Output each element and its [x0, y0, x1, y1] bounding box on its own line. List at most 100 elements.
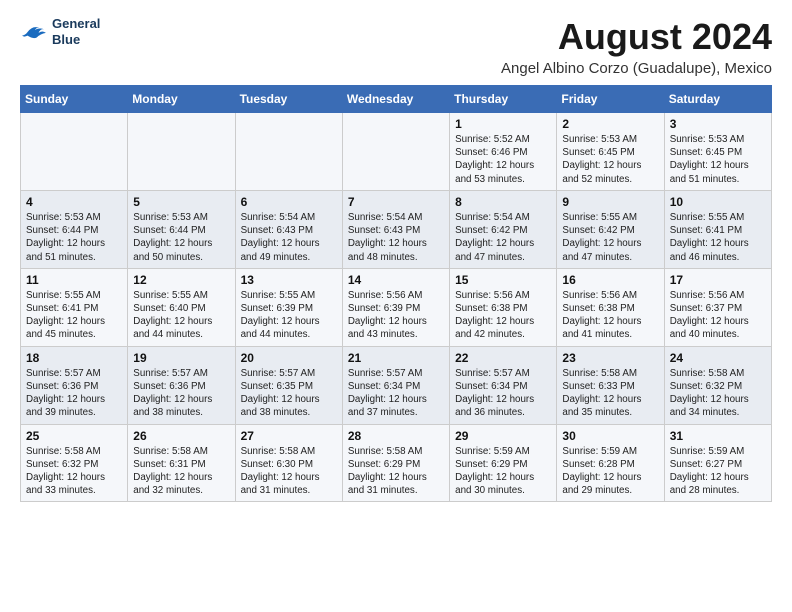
- day-info: Sunrise: 5:56 AMSunset: 6:37 PMDaylight:…: [670, 289, 766, 342]
- day-number: 20: [241, 351, 337, 365]
- day-number: 16: [562, 273, 658, 287]
- day-info: Sunrise: 5:55 AMSunset: 6:41 PMDaylight:…: [26, 289, 122, 342]
- day-info: Sunrise: 5:55 AMSunset: 6:39 PMDaylight:…: [241, 289, 337, 342]
- day-info: Sunrise: 5:57 AMSunset: 6:34 PMDaylight:…: [348, 367, 444, 420]
- day-info: Sunrise: 5:53 AMSunset: 6:44 PMDaylight:…: [133, 211, 229, 264]
- day-cell-16: 16 Sunrise: 5:56 AMSunset: 6:38 PMDayligh…: [557, 268, 664, 346]
- empty-cell: [235, 113, 342, 191]
- header-cell-monday: Monday: [128, 86, 235, 113]
- day-info: Sunrise: 5:57 AMSunset: 6:35 PMDaylight:…: [241, 367, 337, 420]
- calendar-body: 1 Sunrise: 5:52 AMSunset: 6:46 PMDaylight…: [21, 113, 772, 502]
- day-number: 23: [562, 351, 658, 365]
- day-info: Sunrise: 5:54 AMSunset: 6:43 PMDaylight:…: [348, 211, 444, 264]
- empty-cell: [342, 113, 449, 191]
- day-number: 5: [133, 195, 229, 209]
- header-cell-saturday: Saturday: [664, 86, 771, 113]
- header-cell-wednesday: Wednesday: [342, 86, 449, 113]
- day-info: Sunrise: 5:52 AMSunset: 6:46 PMDaylight:…: [455, 133, 551, 186]
- day-cell-25: 25 Sunrise: 5:58 AMSunset: 6:32 PMDayligh…: [21, 424, 128, 502]
- calendar-table: SundayMondayTuesdayWednesdayThursdayFrid…: [20, 85, 772, 502]
- day-info: Sunrise: 5:58 AMSunset: 6:32 PMDaylight:…: [670, 367, 766, 420]
- day-number: 9: [562, 195, 658, 209]
- day-cell-21: 21Sunrise: 5:57 AMSunset: 6:34 PMDayligh…: [342, 346, 449, 424]
- day-info: Sunrise: 5:58 AMSunset: 6:29 PMDaylight:…: [348, 445, 444, 498]
- week-row-2: 4Sunrise: 5:53 AMSunset: 6:44 PMDaylight…: [21, 190, 772, 268]
- day-info: Sunrise: 5:55 AMSunset: 6:42 PMDaylight:…: [562, 211, 658, 264]
- day-info: Sunrise: 5:56 AMSunset: 6:39 PMDaylight:…: [348, 289, 444, 342]
- header-cell-tuesday: Tuesday: [235, 86, 342, 113]
- header-cell-sunday: Sunday: [21, 86, 128, 113]
- day-cell-2: 2 Sunrise: 5:53 AMSunset: 6:45 PMDaylight…: [557, 113, 664, 191]
- day-number: 28: [348, 429, 444, 443]
- day-cell-9: 9 Sunrise: 5:55 AMSunset: 6:42 PMDaylight…: [557, 190, 664, 268]
- day-number: 25: [26, 429, 122, 443]
- day-number: 24: [670, 351, 766, 365]
- day-info: Sunrise: 5:56 AMSunset: 6:38 PMDaylight:…: [562, 289, 658, 342]
- day-cell-11: 11 Sunrise: 5:55 AMSunset: 6:41 PMDayligh…: [21, 268, 128, 346]
- day-number: 27: [241, 429, 337, 443]
- day-cell-1: 1 Sunrise: 5:52 AMSunset: 6:46 PMDaylight…: [450, 113, 557, 191]
- day-info: Sunrise: 5:59 AMSunset: 6:29 PMDaylight:…: [455, 445, 551, 498]
- day-info: Sunrise: 5:54 AMSunset: 6:42 PMDaylight:…: [455, 211, 551, 264]
- day-cell-12: 12 Sunrise: 5:55 AMSunset: 6:40 PMDayligh…: [128, 268, 235, 346]
- day-info: Sunrise: 5:54 AMSunset: 6:43 PMDaylight:…: [241, 211, 337, 264]
- logo-icon: [20, 21, 48, 43]
- day-number: 1: [455, 117, 551, 131]
- day-cell-18: 18 Sunrise: 5:57 AMSunset: 6:36 PMDayligh…: [21, 346, 128, 424]
- day-cell-7: 7 Sunrise: 5:54 AMSunset: 6:43 PMDaylight…: [342, 190, 449, 268]
- day-cell-10: 10Sunrise: 5:55 AMSunset: 6:41 PMDayligh…: [664, 190, 771, 268]
- day-number: 15: [455, 273, 551, 287]
- day-number: 31: [670, 429, 766, 443]
- day-cell-30: 30 Sunrise: 5:59 AMSunset: 6:28 PMDayligh…: [557, 424, 664, 502]
- day-info: Sunrise: 5:58 AMSunset: 6:32 PMDaylight:…: [26, 445, 122, 498]
- week-row-3: 11 Sunrise: 5:55 AMSunset: 6:41 PMDayligh…: [21, 268, 772, 346]
- day-number: 17: [670, 273, 766, 287]
- day-number: 19: [133, 351, 229, 365]
- empty-cell: [128, 113, 235, 191]
- week-row-5: 25 Sunrise: 5:58 AMSunset: 6:32 PMDayligh…: [21, 424, 772, 502]
- day-info: Sunrise: 5:58 AMSunset: 6:30 PMDaylight:…: [241, 445, 337, 498]
- day-info: Sunrise: 5:58 AMSunset: 6:31 PMDaylight:…: [133, 445, 229, 498]
- header-cell-friday: Friday: [557, 86, 664, 113]
- day-number: 22: [455, 351, 551, 365]
- day-number: 6: [241, 195, 337, 209]
- day-info: Sunrise: 5:57 AMSunset: 6:36 PMDaylight:…: [26, 367, 122, 420]
- day-number: 13: [241, 273, 337, 287]
- day-cell-28: 28 Sunrise: 5:58 AMSunset: 6:29 PMDayligh…: [342, 424, 449, 502]
- day-info: Sunrise: 5:56 AMSunset: 6:38 PMDaylight:…: [455, 289, 551, 342]
- day-number: 18: [26, 351, 122, 365]
- day-number: 30: [562, 429, 658, 443]
- day-cell-24: 24 Sunrise: 5:58 AMSunset: 6:32 PMDayligh…: [664, 346, 771, 424]
- title-area: August 2024 Angel Albino Corzo (Guadalup…: [501, 16, 772, 77]
- day-cell-27: 27 Sunrise: 5:58 AMSunset: 6:30 PMDayligh…: [235, 424, 342, 502]
- day-info: Sunrise: 5:53 AMSunset: 6:45 PMDaylight:…: [562, 133, 658, 186]
- day-cell-4: 4Sunrise: 5:53 AMSunset: 6:44 PMDaylight…: [21, 190, 128, 268]
- day-cell-23: 23Sunrise: 5:58 AMSunset: 6:33 PMDayligh…: [557, 346, 664, 424]
- day-number: 26: [133, 429, 229, 443]
- day-number: 2: [562, 117, 658, 131]
- day-number: 8: [455, 195, 551, 209]
- day-info: Sunrise: 5:55 AMSunset: 6:40 PMDaylight:…: [133, 289, 229, 342]
- day-cell-22: 22Sunrise: 5:57 AMSunset: 6:34 PMDayligh…: [450, 346, 557, 424]
- day-cell-31: 31Sunrise: 5:59 AMSunset: 6:27 PMDayligh…: [664, 424, 771, 502]
- header-cell-thursday: Thursday: [450, 86, 557, 113]
- logo-text-line2: Blue: [52, 32, 100, 48]
- day-cell-14: 14Sunrise: 5:56 AMSunset: 6:39 PMDayligh…: [342, 268, 449, 346]
- day-cell-29: 29 Sunrise: 5:59 AMSunset: 6:29 PMDayligh…: [450, 424, 557, 502]
- day-number: 12: [133, 273, 229, 287]
- empty-cell: [21, 113, 128, 191]
- logo-text-line1: General: [52, 16, 100, 32]
- day-info: Sunrise: 5:53 AMSunset: 6:45 PMDaylight:…: [670, 133, 766, 186]
- day-number: 3: [670, 117, 766, 131]
- day-info: Sunrise: 5:55 AMSunset: 6:41 PMDaylight:…: [670, 211, 766, 264]
- day-number: 11: [26, 273, 122, 287]
- day-info: Sunrise: 5:59 AMSunset: 6:28 PMDaylight:…: [562, 445, 658, 498]
- day-number: 29: [455, 429, 551, 443]
- header-row: SundayMondayTuesdayWednesdayThursdayFrid…: [21, 86, 772, 113]
- day-cell-15: 15 Sunrise: 5:56 AMSunset: 6:38 PMDayligh…: [450, 268, 557, 346]
- day-cell-20: 20 Sunrise: 5:57 AMSunset: 6:35 PMDayligh…: [235, 346, 342, 424]
- day-cell-13: 13 Sunrise: 5:55 AMSunset: 6:39 PMDayligh…: [235, 268, 342, 346]
- week-row-4: 18 Sunrise: 5:57 AMSunset: 6:36 PMDayligh…: [21, 346, 772, 424]
- calendar-header: SundayMondayTuesdayWednesdayThursdayFrid…: [21, 86, 772, 113]
- day-number: 7: [348, 195, 444, 209]
